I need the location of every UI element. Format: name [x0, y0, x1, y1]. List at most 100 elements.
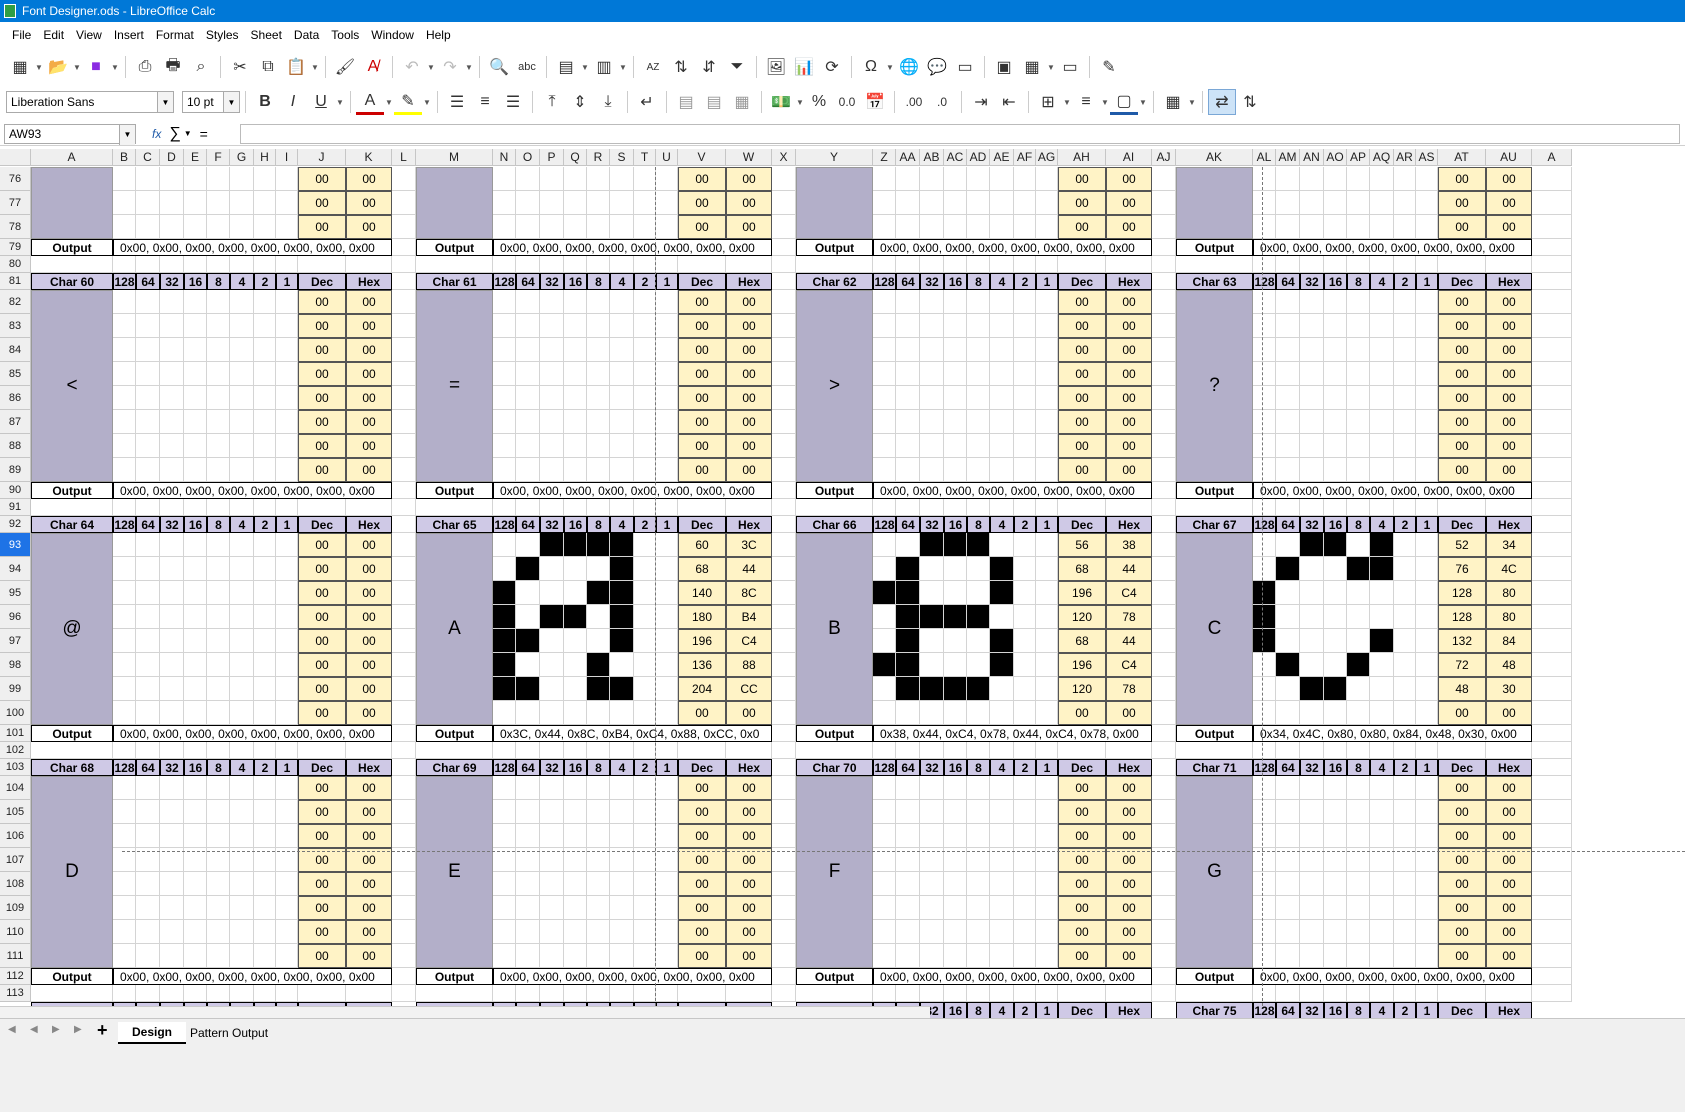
pixel-cell-on[interactable] — [990, 629, 1014, 653]
grid-cell[interactable] — [772, 191, 796, 215]
grid-cell[interactable] — [656, 872, 678, 896]
grid-cell[interactable] — [1152, 800, 1176, 824]
grid-cell[interactable] — [656, 896, 678, 920]
grid-cell[interactable] — [1347, 533, 1370, 557]
grid-cell[interactable] — [896, 499, 920, 516]
pixel-cell-on[interactable] — [944, 605, 967, 629]
grid-cell[interactable] — [564, 362, 587, 386]
grid-cell[interactable] — [1036, 920, 1058, 944]
grid-cell[interactable] — [136, 533, 160, 557]
grid-cell[interactable] — [276, 677, 298, 701]
grid-cell[interactable] — [31, 256, 113, 273]
grid-cell[interactable] — [873, 872, 896, 896]
grid-cell[interactable] — [564, 776, 587, 800]
grid-cell[interactable] — [207, 557, 230, 581]
grid-cell[interactable] — [587, 434, 610, 458]
grid-cell[interactable] — [587, 872, 610, 896]
grid-cell[interactable] — [796, 256, 873, 273]
grid-cell[interactable] — [1347, 896, 1370, 920]
row-header[interactable]: 109 — [0, 896, 31, 920]
grid-cell[interactable] — [1347, 800, 1370, 824]
grid-cell[interactable] — [136, 191, 160, 215]
pixel-cell-on[interactable] — [1324, 677, 1347, 701]
grid-cell[interactable] — [1416, 458, 1438, 482]
grid-cell[interactable] — [1152, 557, 1176, 581]
grid-cell[interactable] — [1152, 434, 1176, 458]
grid-cell[interactable] — [920, 386, 944, 410]
grid-cell[interactable] — [136, 410, 160, 434]
grid-cell[interactable] — [493, 167, 516, 191]
grid-cell[interactable] — [184, 215, 207, 239]
grid-cell[interactable] — [1416, 290, 1438, 314]
grid-cell[interactable] — [540, 776, 564, 800]
grid-cell[interactable] — [610, 896, 634, 920]
grid-cell[interactable] — [1324, 458, 1347, 482]
grid-cell[interactable] — [1370, 985, 1394, 1002]
pixel-cell-on[interactable] — [587, 533, 610, 557]
grid-cell[interactable] — [920, 167, 944, 191]
grid-cell[interactable] — [392, 677, 416, 701]
grid-cell[interactable] — [656, 362, 678, 386]
grid-cell[interactable] — [113, 605, 136, 629]
pixel-cell-on[interactable] — [1347, 653, 1370, 677]
column-header[interactable]: AF — [1014, 149, 1036, 166]
pixel-cell-on[interactable] — [896, 557, 920, 581]
grid-cell[interactable] — [678, 256, 726, 273]
grid-cell[interactable] — [944, 458, 967, 482]
grid-cell[interactable] — [540, 677, 564, 701]
grid-cell[interactable] — [276, 410, 298, 434]
grid-cell[interactable] — [1347, 434, 1370, 458]
grid-cell[interactable] — [230, 742, 254, 759]
grid-cell[interactable] — [298, 499, 346, 516]
grid-cell[interactable] — [1253, 290, 1276, 314]
grid-cell[interactable] — [516, 410, 540, 434]
grid-cell[interactable] — [896, 458, 920, 482]
grid-cell[interactable] — [516, 701, 540, 725]
grid-cell[interactable] — [113, 434, 136, 458]
grid-cell[interactable] — [1300, 629, 1324, 653]
grid-cell[interactable] — [276, 557, 298, 581]
grid-cell[interactable] — [656, 314, 678, 338]
grid-cell[interactable] — [254, 629, 276, 653]
grid-cell[interactable] — [990, 410, 1014, 434]
grid-cell[interactable] — [656, 581, 678, 605]
grid-cell[interactable] — [1253, 458, 1276, 482]
grid-cell[interactable] — [656, 677, 678, 701]
grid-cell[interactable] — [1253, 920, 1276, 944]
grid-cell[interactable] — [1253, 434, 1276, 458]
grid-cell[interactable] — [207, 434, 230, 458]
grid-cell[interactable] — [392, 215, 416, 239]
grid-cell[interactable] — [1152, 896, 1176, 920]
grid-cell[interactable] — [920, 215, 944, 239]
grid-cell[interactable] — [113, 386, 136, 410]
grid-cell[interactable] — [276, 533, 298, 557]
prev-sheet-icon[interactable]: ◀ — [30, 1024, 38, 1035]
grid-cell[interactable] — [392, 920, 416, 944]
grid-cell[interactable] — [160, 533, 184, 557]
column-header[interactable]: AH — [1058, 149, 1106, 166]
grid-cell[interactable] — [1347, 742, 1370, 759]
grid-cell[interactable] — [1394, 167, 1416, 191]
grid-cell[interactable] — [1416, 701, 1438, 725]
grid-cell[interactable] — [990, 499, 1014, 516]
grid-cell[interactable] — [160, 776, 184, 800]
grid-cell[interactable] — [1394, 256, 1416, 273]
grid-cell[interactable] — [1014, 434, 1036, 458]
grid-cell[interactable] — [254, 338, 276, 362]
grid-cell[interactable] — [634, 314, 656, 338]
grid-cell[interactable] — [1370, 215, 1394, 239]
grid-cell[interactable] — [160, 581, 184, 605]
pixel-cell-on[interactable] — [1347, 557, 1370, 581]
row-header[interactable]: 89 — [0, 458, 31, 482]
grid-cell[interactable] — [207, 896, 230, 920]
grid-cell[interactable] — [564, 434, 587, 458]
grid-cell[interactable] — [610, 434, 634, 458]
grid-cell[interactable] — [1276, 920, 1300, 944]
grid-cell[interactable] — [493, 362, 516, 386]
grid-cell[interactable] — [207, 314, 230, 338]
grid-cell[interactable] — [990, 386, 1014, 410]
grid-cell[interactable] — [540, 362, 564, 386]
grid-cell[interactable] — [920, 629, 944, 653]
grid-cell[interactable] — [1416, 410, 1438, 434]
grid-cell[interactable] — [1253, 167, 1276, 191]
